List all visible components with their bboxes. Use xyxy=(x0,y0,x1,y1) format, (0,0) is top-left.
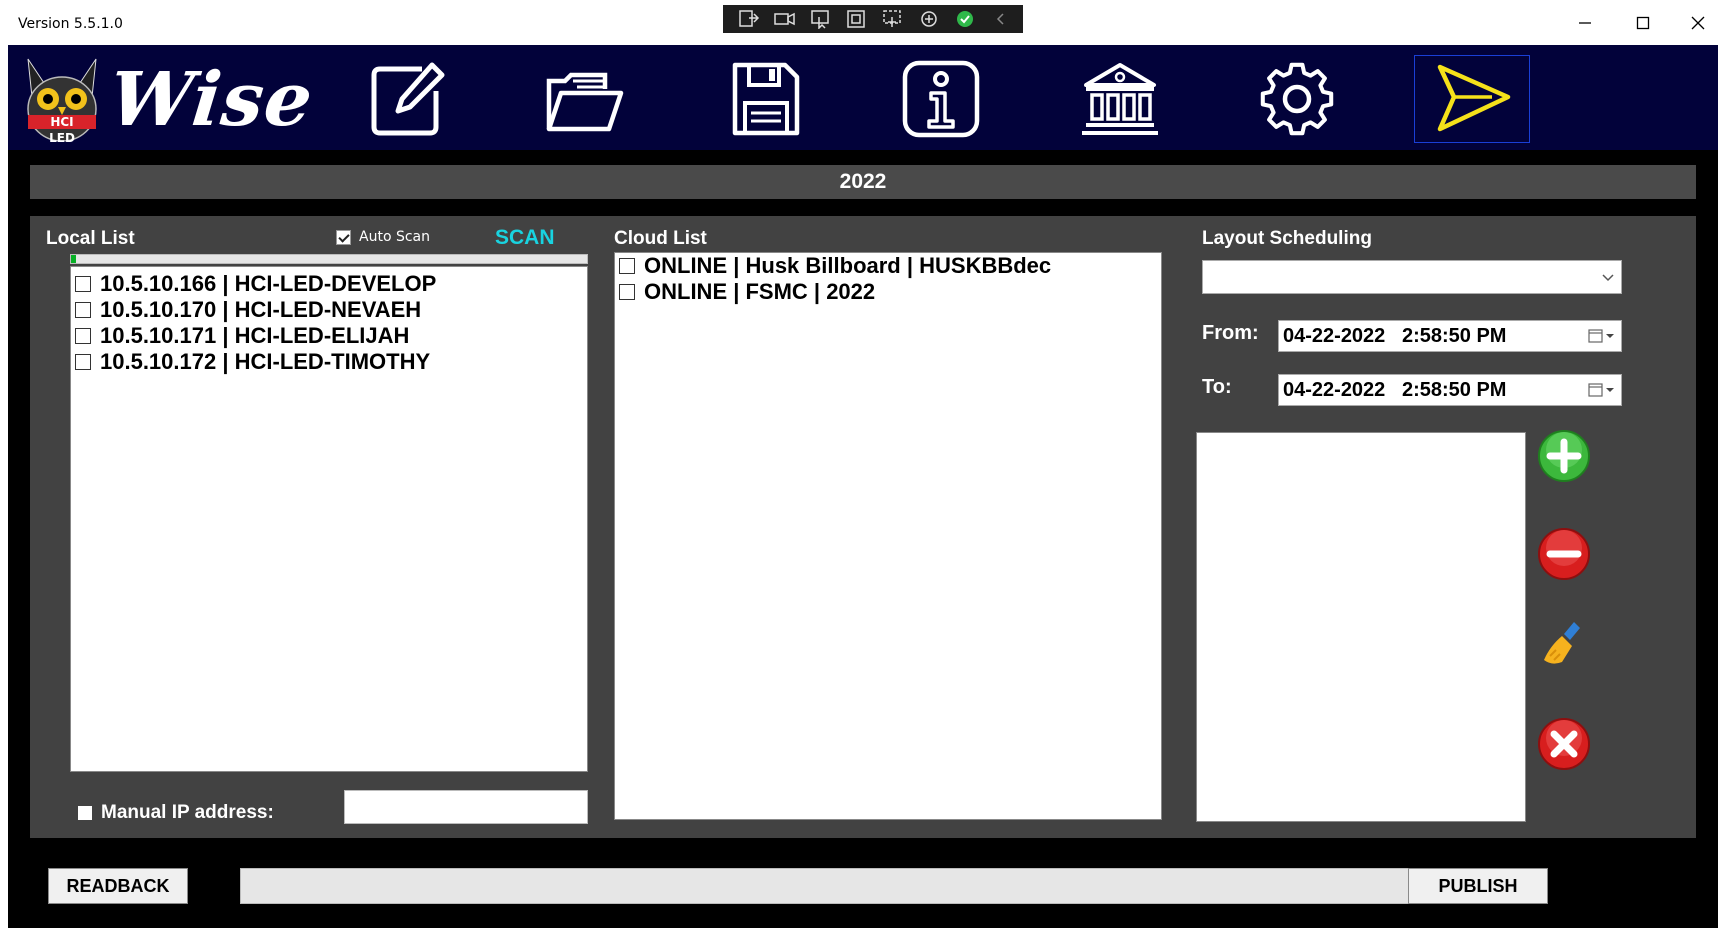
collapse-chevron-icon[interactable] xyxy=(989,9,1013,29)
bank-button[interactable] xyxy=(1075,55,1165,143)
auto-scan-check-icon xyxy=(336,229,351,245)
manual-ip-input[interactable] xyxy=(344,790,588,824)
plus-circle-icon xyxy=(1538,430,1590,482)
cloud-device-item[interactable]: ONLINE | Husk Billboard | HUSKBBdec xyxy=(615,253,1161,279)
close-button[interactable] xyxy=(1678,8,1718,38)
layout-scheduling-panel: Layout Scheduling From: 04-22-2022 2:58:… xyxy=(1180,216,1696,838)
hci-led-owl-logo: HCI LED xyxy=(22,53,102,145)
to-datetime-value: 04-22-2022 2:58:50 PM xyxy=(1283,378,1507,401)
minus-circle-icon xyxy=(1538,528,1590,580)
logo-text-led: LED xyxy=(49,131,75,145)
local-device-item[interactable]: 10.5.10.171 | HCI-LED-ELIJAH xyxy=(71,323,587,349)
delete-all-schedule-button[interactable] xyxy=(1536,716,1592,772)
cloud-device-item-checkbox[interactable] xyxy=(619,284,635,300)
year-bar: 2022 xyxy=(30,165,1696,199)
broom-icon xyxy=(1544,622,1580,664)
cloud-device-list[interactable]: ONLINE | Husk Billboard | HUSKBBdec ONLIN… xyxy=(614,252,1162,820)
select-element-icon[interactable] xyxy=(809,9,833,29)
to-datetime-picker[interactable]: 04-22-2022 2:58:50 PM xyxy=(1278,374,1622,406)
go-to-live-tree-icon[interactable] xyxy=(737,9,761,29)
display-layout-adorners-icon[interactable] xyxy=(845,9,869,29)
local-device-list[interactable]: 10.5.10.166 | HCI-LED-DEVELOP 10.5.10.170… xyxy=(70,266,588,772)
maximize-button[interactable] xyxy=(1623,8,1663,38)
main-area: 2022 Local List Auto Scan SCAN 10.5.10.1… xyxy=(8,150,1718,928)
cloud-device-item[interactable]: ONLINE | FSMC | 2022 xyxy=(615,279,1161,305)
from-datetime-picker[interactable]: 04-22-2022 2:58:50 PM xyxy=(1278,320,1622,352)
local-device-item-checkbox[interactable] xyxy=(75,328,91,344)
local-device-item[interactable]: 10.5.10.170 | HCI-LED-NEVAEH xyxy=(71,297,587,323)
cloud-list-panel: Cloud List ONLINE | Husk Billboard | HUS… xyxy=(598,216,1180,838)
scan-progress-bar xyxy=(70,254,588,264)
auto-scan-label: Auto Scan xyxy=(359,229,430,245)
edit-icon xyxy=(371,62,445,136)
status-ok-icon xyxy=(953,9,977,29)
manual-ip-label: Manual IP address: xyxy=(101,802,274,823)
save-button[interactable] xyxy=(720,55,810,143)
from-label: From: xyxy=(1202,322,1259,344)
app-name: Wise xyxy=(105,57,318,143)
layout-select[interactable] xyxy=(1202,260,1622,294)
auto-scan-checkbox[interactable]: Auto Scan xyxy=(336,229,430,245)
local-device-item-label: 10.5.10.171 | HCI-LED-ELIJAH xyxy=(100,323,410,348)
title-bar: Version 5.5.1.0 xyxy=(8,0,1718,45)
local-list-panel: Local List Auto Scan SCAN 10.5.10.166 | … xyxy=(30,216,598,838)
cloud-device-item-label: ONLINE | Husk Billboard | HUSKBBdec xyxy=(644,253,1052,278)
local-list-title: Local List xyxy=(46,228,135,249)
app-window: Version 5.5.1.0 HCI LED Wise 2022 Local … xyxy=(0,0,1718,928)
open-button[interactable] xyxy=(540,55,630,143)
schedule-list[interactable] xyxy=(1196,432,1526,822)
version-label: Version 5.5.1.0 xyxy=(18,16,123,32)
clear-schedule-button[interactable] xyxy=(1536,616,1592,672)
local-device-item-label: 10.5.10.166 | HCI-LED-DEVELOP xyxy=(100,271,437,296)
record-icon[interactable] xyxy=(773,9,797,29)
manual-ip-check-box xyxy=(78,806,92,820)
add-schedule-button[interactable] xyxy=(1536,428,1592,484)
manual-ip-checkbox[interactable]: Manual IP address: xyxy=(78,802,274,824)
settings-icon xyxy=(1260,62,1334,136)
app-header: HCI LED Wise xyxy=(8,45,1718,150)
close-circle-icon xyxy=(1538,718,1590,770)
local-device-item[interactable]: 10.5.10.166 | HCI-LED-DEVELOP xyxy=(71,271,587,297)
hot-reload-icon[interactable] xyxy=(917,9,941,29)
cloud-device-item-checkbox[interactable] xyxy=(619,258,635,274)
layout-scheduling-title: Layout Scheduling xyxy=(1202,228,1372,249)
publish-button[interactable]: PUBLISH xyxy=(1408,868,1548,904)
local-device-item-checkbox[interactable] xyxy=(75,354,91,370)
local-device-item[interactable]: 10.5.10.172 | HCI-LED-TIMOTHY xyxy=(71,349,587,375)
local-device-item-label: 10.5.10.172 | HCI-LED-TIMOTHY xyxy=(100,349,431,374)
to-label: To: xyxy=(1202,376,1232,398)
save-icon xyxy=(732,62,800,136)
debug-toolbar xyxy=(723,5,1023,33)
edit-button[interactable] xyxy=(363,55,453,143)
from-datetime-value: 04-22-2022 2:58:50 PM xyxy=(1283,324,1507,347)
info-button[interactable] xyxy=(896,55,986,143)
local-device-item-label: 10.5.10.170 | HCI-LED-NEVAEH xyxy=(100,297,422,322)
cloud-device-item-label: ONLINE | FSMC | 2022 xyxy=(644,279,876,304)
info-icon xyxy=(902,60,980,138)
send-icon xyxy=(1437,64,1511,132)
send-button[interactable] xyxy=(1414,55,1530,143)
local-device-item-checkbox[interactable] xyxy=(75,276,91,292)
scan-button[interactable]: SCAN xyxy=(495,226,555,250)
track-focused-element-icon[interactable] xyxy=(881,9,905,29)
chevron-down-icon xyxy=(1602,274,1614,282)
settings-button[interactable] xyxy=(1252,55,1342,143)
publish-progress-bar xyxy=(240,868,1490,904)
readback-button[interactable]: READBACK xyxy=(48,868,188,904)
open-folder-icon xyxy=(546,72,624,132)
logo-text-hci: HCI xyxy=(50,115,73,129)
remove-schedule-button[interactable] xyxy=(1536,526,1592,582)
bank-icon xyxy=(1082,63,1158,135)
cloud-list-title: Cloud List xyxy=(614,228,707,249)
minimize-button[interactable] xyxy=(1565,8,1605,38)
calendar-dropdown-icon[interactable] xyxy=(1587,381,1615,399)
local-device-item-checkbox[interactable] xyxy=(75,302,91,318)
calendar-dropdown-icon[interactable] xyxy=(1587,327,1615,345)
